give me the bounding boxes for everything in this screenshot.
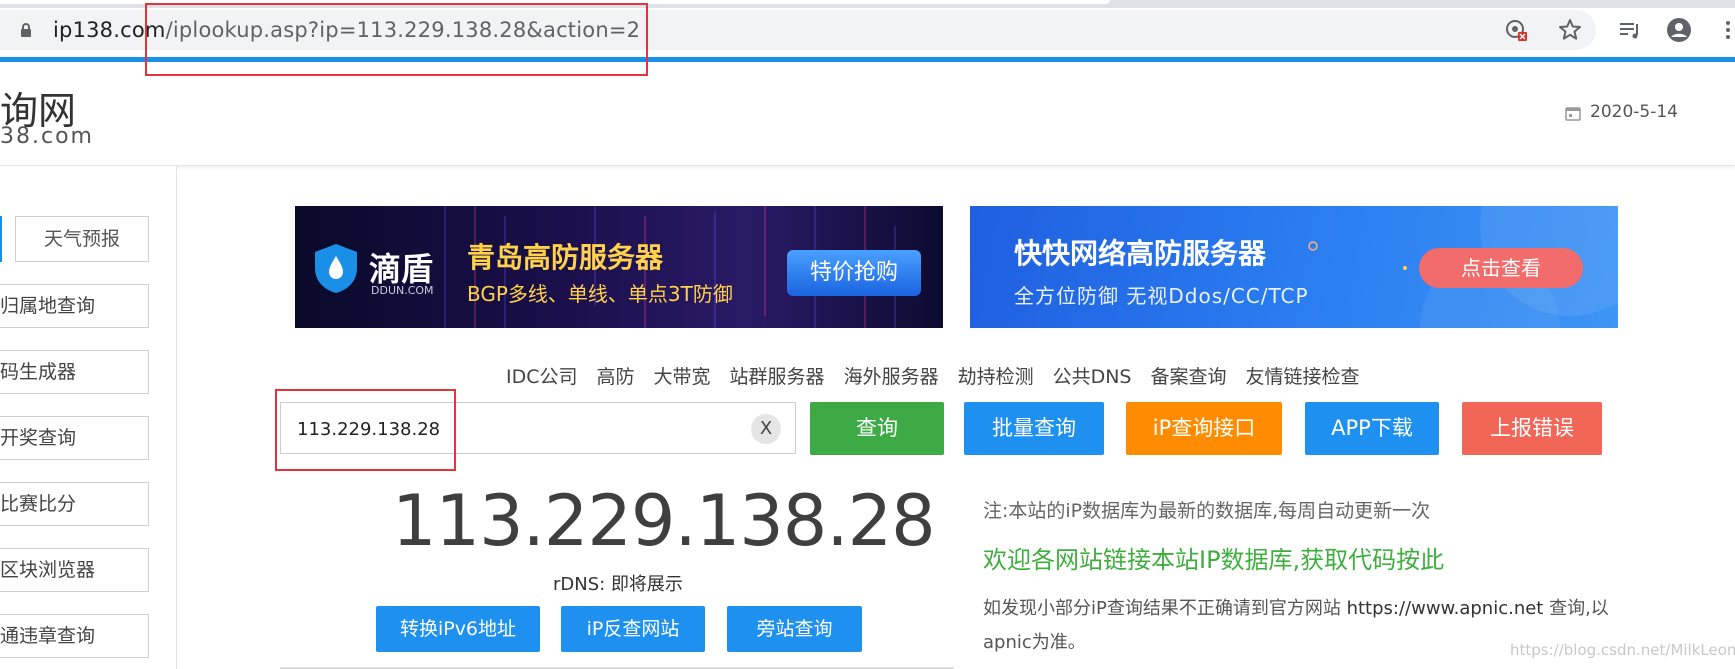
- link-public-dns[interactable]: 公共DNS: [1053, 366, 1132, 388]
- link-icp-lookup[interactable]: 备案查询: [1151, 366, 1227, 388]
- apnic-link[interactable]: https://www.apnic.net: [1347, 598, 1544, 619]
- ddun-banner-title: 青岛高防服务器: [467, 241, 664, 274]
- account-icon[interactable]: [1665, 16, 1693, 44]
- annotation-box-input: [275, 389, 456, 471]
- kuaikuai-banner-title: 快快网络高防服务器: [1014, 237, 1267, 270]
- sidebar-item-weather[interactable]: 天气预报: [15, 216, 149, 262]
- annotation-box-url: [145, 3, 648, 76]
- sidebar-item-location[interactable]: 归属地查询: [0, 284, 149, 328]
- link-friend-links[interactable]: 友情链接检查: [1246, 366, 1360, 388]
- convert-ipv6-button[interactable]: 转换iPv6地址: [376, 606, 540, 652]
- ddun-shield-icon: [315, 244, 357, 293]
- app-download-button[interactable]: APP下载: [1305, 402, 1439, 455]
- clear-input-button[interactable]: X: [751, 414, 781, 444]
- apnic-note-text-a: 如发现小部分iP查询结果不正确请到官方网站: [983, 598, 1347, 619]
- reverse-ip-button[interactable]: iP反查网站: [561, 606, 705, 652]
- link-idc[interactable]: IDC公司: [506, 366, 578, 388]
- link-hijack-check[interactable]: 劫持检测: [958, 366, 1034, 388]
- sidebar-item-lottery[interactable]: 开奖查询: [0, 416, 149, 460]
- link-database-promo[interactable]: 欢迎各网站链接本站IP数据库,获取代码按此: [983, 540, 1444, 575]
- sidebar-active-indicator: [0, 216, 2, 262]
- ad-banner-ddun[interactable]: 滴盾 DDUN.COM 青岛高防服务器 BGP多线、单线、单点3T防御 特价抢购: [295, 206, 943, 328]
- reading-list-icon[interactable]: [1616, 16, 1644, 44]
- sidebar-item-qrcode[interactable]: 码生成器: [0, 350, 149, 394]
- lock-icon[interactable]: [18, 22, 34, 38]
- rdns-text: rDNS: 即将展示: [553, 574, 683, 595]
- database-note: 注:本站的iP数据库为最新的数据库,每周自动更新一次: [983, 500, 1431, 522]
- result-ip: 113.229.138.28: [392, 480, 936, 562]
- site-header: 询网 38.com 2020-5-14: [0, 62, 1735, 166]
- calendar-icon: [1565, 107, 1581, 121]
- ad-banner-kuaikuai[interactable]: 快快网络高防服务器 全方位防御 无视Ddos/CC/TCP 点击查看: [970, 206, 1618, 328]
- sidebar-item-violations[interactable]: 通违章查询: [0, 614, 149, 658]
- kuaikuai-banner-cta[interactable]: 点击查看: [1419, 248, 1583, 288]
- link-bandwidth[interactable]: 大带宽: [654, 366, 711, 388]
- ip-api-button[interactable]: iP查询接口: [1126, 402, 1282, 455]
- side-site-button[interactable]: 旁站查询: [727, 606, 862, 652]
- link-overseas[interactable]: 海外服务器: [844, 366, 939, 388]
- report-error-button[interactable]: 上报错误: [1462, 402, 1602, 455]
- batch-query-button[interactable]: 批量查询: [964, 402, 1104, 455]
- watermark: https://blog.csdn.net/MilkLeong: [1510, 641, 1735, 659]
- link-site-cluster[interactable]: 站群服务器: [730, 366, 825, 388]
- ddun-banner-subtitle: BGP多线、单线、单点3T防御: [467, 282, 733, 306]
- ddun-brand-en: DDUN.COM: [371, 284, 434, 297]
- tracking-blocked-icon[interactable]: [1502, 16, 1530, 44]
- query-button[interactable]: 查询: [810, 402, 944, 455]
- kuaikuai-banner-subtitle: 全方位防御 无视Ddos/CC/TCP: [1014, 284, 1309, 308]
- link-anti-ddos[interactable]: 高防: [597, 366, 635, 388]
- site-logo-en[interactable]: 38.com: [0, 124, 94, 149]
- quick-links: IDC公司 高防 大带宽 站群服务器 海外服务器 劫持检测 公共DNS 备案查询 友情链接检查: [506, 362, 1379, 388]
- more-icon[interactable]: [1714, 16, 1735, 44]
- star-icon[interactable]: [1556, 16, 1584, 44]
- current-date: 2020-5-14: [1590, 102, 1678, 122]
- ddun-banner-cta[interactable]: 特价抢购: [787, 250, 921, 296]
- sidebar-item-blockchain[interactable]: 区块浏览器: [0, 548, 149, 592]
- sidebar-item-scores[interactable]: 比赛比分: [0, 482, 149, 526]
